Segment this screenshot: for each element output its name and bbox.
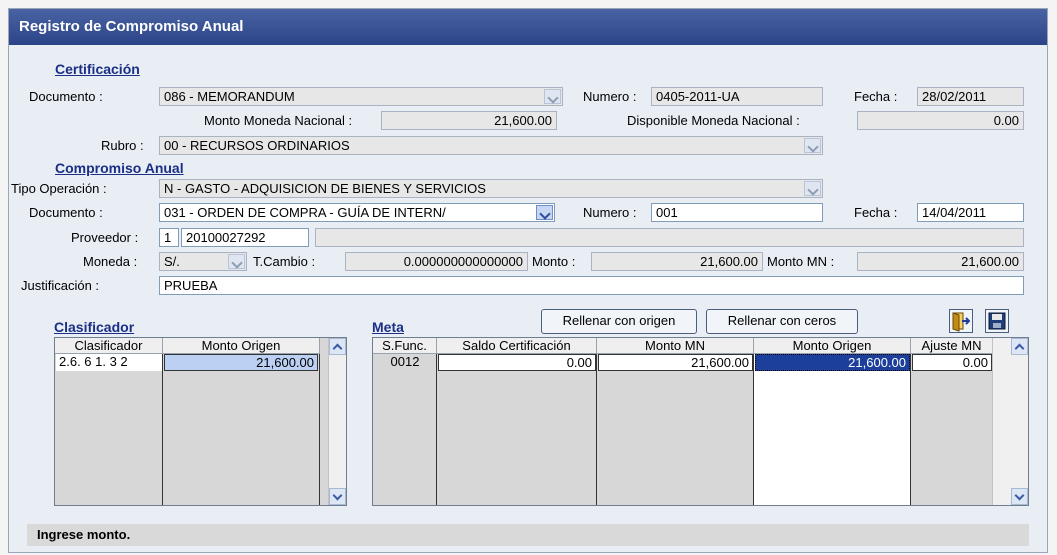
cert-monto-field[interactable]: 21,600.00 xyxy=(381,111,557,130)
col-header-monto-mn[interactable]: Monto MN xyxy=(597,338,754,354)
chevron-down-icon[interactable] xyxy=(804,138,821,153)
comp-monto-field[interactable]: 21,600.00 xyxy=(591,252,763,271)
exit-door-icon xyxy=(952,312,971,332)
cert-fecha-field[interactable]: 28/02/2011 xyxy=(917,87,1024,106)
chevron-down-icon[interactable] xyxy=(544,89,561,104)
meta-grid[interactable]: S.Func. Saldo Certificación Monto MN Mon… xyxy=(372,337,1029,506)
clasificador-grid[interactable]: Clasificador Monto Origen 2.6. 6 1. 3 2 … xyxy=(54,337,347,506)
clasificador-scrollbar[interactable] xyxy=(328,338,346,505)
cert-documento-value: 086 - MEMORANDUM xyxy=(164,89,295,104)
cert-documento-label: Documento : xyxy=(29,89,103,104)
grid-column xyxy=(163,354,320,505)
section-clasificador: Clasificador xyxy=(54,319,135,335)
cert-documento-select[interactable]: 086 - MEMORANDUM xyxy=(159,87,563,106)
cell-ajuste-mn[interactable]: 0.00 xyxy=(912,354,992,371)
cert-numero-label: Numero : xyxy=(583,89,637,104)
cert-rubro-label: Rubro : xyxy=(101,138,144,153)
grid-column xyxy=(437,354,597,505)
cell-monto-mn[interactable]: 21,600.00 xyxy=(598,354,753,371)
comp-justificacion-input[interactable]: PRUEBA xyxy=(159,276,1024,295)
col-header-saldo-certificacion[interactable]: Saldo Certificación xyxy=(437,338,597,354)
comp-proveedor-label: Proveedor : xyxy=(71,230,139,245)
cell-monto-origen-selected[interactable]: 21,600.00 xyxy=(755,354,910,371)
comp-fecha-label: Fecha : xyxy=(854,205,898,220)
comp-documento-label: Documento : xyxy=(29,205,103,220)
comp-moneda-value: S/. xyxy=(164,254,180,269)
chevron-down-icon[interactable] xyxy=(804,181,821,196)
comp-justificacion-label: Justificación : xyxy=(21,278,100,293)
comp-montomn-field[interactable]: 21,600.00 xyxy=(857,252,1024,271)
comp-proveedor-ruc-input[interactable]: 20100027292 xyxy=(181,228,309,247)
cert-disponible-label: Disponible Moneda Nacional : xyxy=(627,113,800,128)
cert-numero-field[interactable]: 0405-2011-UA xyxy=(651,87,823,106)
status-bar: Ingrese monto. xyxy=(27,524,1029,546)
col-header-sfunc[interactable]: S.Func. xyxy=(373,338,437,354)
rellenar-con-origen-button[interactable]: Rellenar con origen xyxy=(541,309,697,334)
cell-saldo-certificacion[interactable]: 0.00 xyxy=(438,354,596,371)
exit-button[interactable] xyxy=(949,309,973,333)
col-header-clasificador[interactable]: Clasificador xyxy=(55,338,163,354)
comp-numero-label: Numero : xyxy=(583,205,637,220)
comp-proveedor-nombre-field[interactable] xyxy=(315,228,1024,247)
grid-column xyxy=(597,354,754,505)
section-compromiso-anual: Compromiso Anual xyxy=(55,160,184,176)
cell-monto-origen[interactable]: 21,600.00 xyxy=(164,354,318,371)
scroll-up-icon[interactable] xyxy=(1011,338,1028,355)
section-meta: Meta xyxy=(372,319,404,335)
cell-clasificador[interactable]: 2.6. 6 1. 3 2 xyxy=(56,354,162,371)
cell-sfunc[interactable]: 0012 xyxy=(374,354,436,371)
dialog-window: Registro de Compromiso Anual Certificaci… xyxy=(8,8,1048,553)
grid-column-active xyxy=(754,354,911,505)
comp-tipo-value: N - GASTO - ADQUISICION DE BIENES Y SERV… xyxy=(164,181,486,196)
chevron-down-icon[interactable] xyxy=(536,205,553,220)
comp-documento-value: 031 - ORDEN DE COMPRA - GUÍA DE INTERN/ xyxy=(164,205,446,220)
comp-proveedor-tipo-input[interactable]: 1 xyxy=(159,228,179,247)
scroll-up-icon[interactable] xyxy=(329,338,346,355)
grid-column xyxy=(373,354,437,505)
comp-monto-label: Monto : xyxy=(532,254,576,269)
scroll-down-icon[interactable] xyxy=(329,488,346,505)
cert-rubro-value: 00 - RECURSOS ORDINARIOS xyxy=(164,138,350,153)
cert-disponible-field[interactable]: 0.00 xyxy=(857,111,1024,130)
col-header-monto-origen[interactable]: Monto Origen xyxy=(754,338,911,354)
cert-monto-label: Monto Moneda Nacional : xyxy=(204,113,353,128)
scroll-down-icon[interactable] xyxy=(1011,488,1028,505)
grid-column xyxy=(911,354,993,505)
comp-montomn-label: Monto MN : xyxy=(767,254,835,269)
cert-rubro-select[interactable]: 00 - RECURSOS ORDINARIOS xyxy=(159,136,823,155)
comp-tcambio-field[interactable]: 0.000000000000000 xyxy=(345,252,528,271)
grid-column xyxy=(55,354,163,505)
comp-moneda-select[interactable]: S/. xyxy=(159,252,247,271)
comp-tcambio-label: T.Cambio : xyxy=(253,254,316,269)
col-header-monto-origen[interactable]: Monto Origen xyxy=(163,338,320,354)
save-button[interactable] xyxy=(985,309,1009,333)
comp-moneda-label: Moneda : xyxy=(83,254,138,269)
comp-numero-input[interactable]: 001 xyxy=(651,203,823,222)
comp-tipo-operacion-select[interactable]: N - GASTO - ADQUISICION DE BIENES Y SERV… xyxy=(159,179,823,198)
col-header-ajuste-mn[interactable]: Ajuste MN xyxy=(911,338,993,354)
comp-tipo-label: Tipo Operación : xyxy=(11,181,107,196)
chevron-down-icon[interactable] xyxy=(228,254,245,269)
window-title: Registro de Compromiso Anual xyxy=(19,18,244,35)
cert-fecha-label: Fecha : xyxy=(854,89,898,104)
title-bar: Registro de Compromiso Anual xyxy=(9,9,1047,45)
comp-fecha-input[interactable]: 14/04/2011 xyxy=(917,203,1024,222)
comp-documento-select[interactable]: 031 - ORDEN DE COMPRA - GUÍA DE INTERN/ xyxy=(159,203,555,222)
rellenar-con-ceros-button[interactable]: Rellenar con ceros xyxy=(706,309,858,334)
floppy-disk-save-icon xyxy=(988,312,1006,330)
section-certificacion: Certificación xyxy=(55,61,140,77)
meta-scrollbar[interactable] xyxy=(992,338,1028,505)
